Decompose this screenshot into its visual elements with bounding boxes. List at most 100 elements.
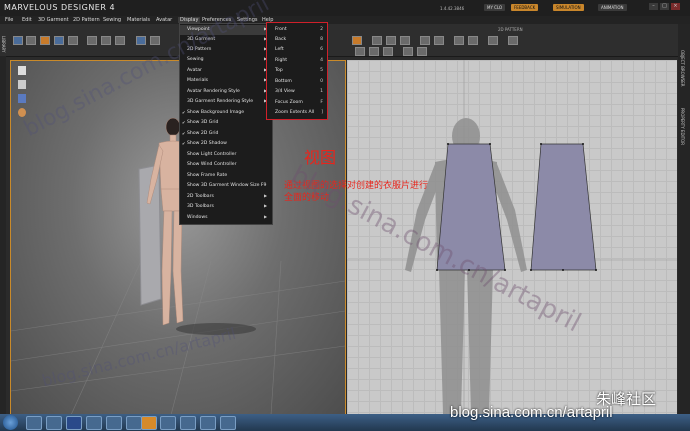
taskbar-app-icon[interactable] [220, 416, 236, 430]
menu-show-3d-grid[interactable]: ✔ Show 3D Grid [180, 118, 218, 128]
pattern-2d-panel-label: 2D PATTERN [498, 27, 523, 32]
menu-label: Top [275, 68, 283, 73]
menu-label: Show Background Image [187, 110, 245, 115]
menu-garment-rendering-style[interactable]: 3D Garment Rendering Style [180, 97, 253, 107]
shortcut-label: 1 [320, 89, 323, 94]
simulate-tool-icon[interactable] [40, 36, 50, 45]
measure-tool-icon[interactable] [101, 36, 111, 45]
menu-label: Materials [187, 78, 209, 83]
menu-show-window-size[interactable]: Show 3D Garment Window Size F9 [180, 181, 266, 191]
close-icon[interactable]: × [671, 3, 680, 10]
dart-icon[interactable] [488, 36, 498, 45]
animation-button[interactable]: ANIMATION [598, 4, 627, 11]
texture-2d-icon[interactable] [417, 47, 427, 56]
menu-3d-toolbars[interactable]: 3D Toolbars [180, 202, 214, 212]
shortcut-label: 0 [320, 79, 323, 84]
taskbar-app-icon[interactable] [180, 416, 196, 430]
garment-tool-icon[interactable] [54, 36, 64, 45]
feedback-button[interactable]: FEEDBACK [511, 4, 539, 11]
property-editor-tab[interactable]: PROPERTY EDITOR [680, 108, 685, 145]
rectangle-icon[interactable] [434, 36, 444, 45]
start-button-icon[interactable] [3, 415, 18, 430]
viewpoint-top[interactable]: Top 5 [267, 66, 329, 76]
taskbar-app-icon[interactable] [46, 416, 62, 430]
menu-windows[interactable]: Windows [180, 213, 208, 223]
avatar-icon[interactable] [18, 66, 26, 75]
avatar-pose-icon[interactable] [18, 80, 26, 89]
select-tool-icon[interactable] [26, 36, 36, 45]
add-point-icon[interactable] [400, 36, 410, 45]
minimize-icon[interactable]: – [649, 3, 658, 10]
menu-2d-toolbars[interactable]: 2D Toolbars [180, 192, 214, 202]
check-icon: ✔ [182, 110, 186, 115]
menu-materials-sub[interactable]: Materials [180, 76, 208, 86]
tack-tool-icon[interactable] [68, 36, 78, 45]
menu-show-2d-shadow[interactable]: ✔ Show 2D Shadow [180, 139, 227, 149]
menu-3d-garment[interactable]: 3D Garment [38, 17, 69, 23]
viewpoint-back[interactable]: Back 8 [267, 35, 329, 45]
seam-icon[interactable] [355, 47, 365, 56]
viewpoint-right[interactable]: Right 4 [267, 56, 329, 66]
menu-avatar-rendering-style[interactable]: Avatar Rendering Style [180, 87, 240, 97]
check-icon: ✔ [182, 141, 186, 146]
viewpoint-left[interactable]: Left 6 [267, 45, 329, 55]
menu-file[interactable]: File [5, 17, 13, 23]
marvelous-designer-icon[interactable] [141, 416, 157, 430]
edit-curve-icon[interactable] [386, 36, 396, 45]
transform-tool-icon[interactable] [352, 36, 362, 45]
viewpoint-three-quarter[interactable]: 3/4 View 1 [267, 87, 329, 97]
shortcut-label: F [320, 100, 323, 105]
avatar-hair-icon[interactable] [18, 94, 26, 103]
menu-label: Avatar Rendering Style [187, 89, 240, 94]
shortcut-label: 2 [320, 27, 323, 32]
viewpoint-front[interactable]: Front 2 [267, 25, 329, 35]
shortcut-label: 6 [320, 47, 323, 52]
internal-shape-icon[interactable] [468, 36, 478, 45]
brush-tool-icon[interactable] [150, 36, 160, 45]
object-browser-tab[interactable]: OBJECT BROWSER [680, 50, 685, 87]
photoshop-icon[interactable] [66, 416, 82, 430]
taskbar-app-icon[interactable] [160, 416, 176, 430]
pin-tool-icon[interactable] [87, 36, 97, 45]
fold-tool-icon[interactable] [115, 36, 125, 45]
menu-materials[interactable]: Materials [127, 17, 150, 23]
menu-edit[interactable]: Edit [22, 17, 32, 23]
free-sewing-icon[interactable] [369, 47, 379, 56]
my-clo-button[interactable]: MY CLO [484, 4, 506, 11]
app-title: MARVELOUS DESIGNER 4 [4, 3, 116, 12]
menu-2d-pattern[interactable]: 2D Pattern [73, 17, 100, 23]
menu-show-2d-grid[interactable]: ✔ Show 2D Grid [180, 129, 218, 139]
circle-icon[interactable] [454, 36, 464, 45]
taskbar-app-icon[interactable] [26, 416, 42, 430]
viewpoint-zoom-extents[interactable]: Zoom Extents All] [267, 108, 329, 118]
library-tab[interactable]: LIBRARY [1, 36, 6, 52]
segment-sewing-icon[interactable] [383, 47, 393, 56]
trace-icon[interactable] [508, 36, 518, 45]
menu-show-frame-rate[interactable]: Show Frame Rate [180, 171, 227, 181]
taskbar-app-icon[interactable] [200, 416, 216, 430]
simulation-button[interactable]: SIMULATION [553, 4, 584, 11]
menu-show-light-controller[interactable]: Show Light Controller [180, 150, 236, 160]
taskbar-app-icon[interactable] [86, 416, 102, 430]
pattern-piece-back[interactable] [530, 143, 597, 271]
menu-show-wind-controller[interactable]: Show Wind Controller [180, 160, 236, 170]
menu-label: Show 2D Grid [187, 131, 219, 136]
menu-sewing[interactable]: Sewing [103, 17, 121, 23]
viewpoint-bottom[interactable]: Bottom 0 [267, 77, 329, 87]
polygon-icon[interactable] [420, 36, 430, 45]
texture-tool-icon[interactable] [136, 36, 146, 45]
edit-pattern-icon[interactable] [372, 36, 382, 45]
taskbar-app-icon[interactable] [126, 416, 142, 430]
taskbar-app-icon[interactable] [106, 416, 122, 430]
menu-avatar-sub[interactable]: Avatar [180, 66, 202, 76]
menu-show-background-image[interactable]: ✔ Show Background Image [180, 108, 244, 118]
fold-arrange-icon[interactable] [403, 47, 413, 56]
shortcut-label: 4 [320, 58, 323, 63]
menu-label: Focus Zoom [275, 100, 303, 105]
menu-avatar[interactable]: Avatar [156, 17, 172, 23]
viewpoint-focus-zoom[interactable]: Focus Zoom F [267, 98, 329, 108]
maximize-icon[interactable]: □ [660, 3, 669, 10]
avatar-skin-icon[interactable] [18, 108, 26, 117]
menu-label: Show Light Controller [187, 152, 237, 157]
move-tool-icon[interactable] [13, 36, 23, 45]
